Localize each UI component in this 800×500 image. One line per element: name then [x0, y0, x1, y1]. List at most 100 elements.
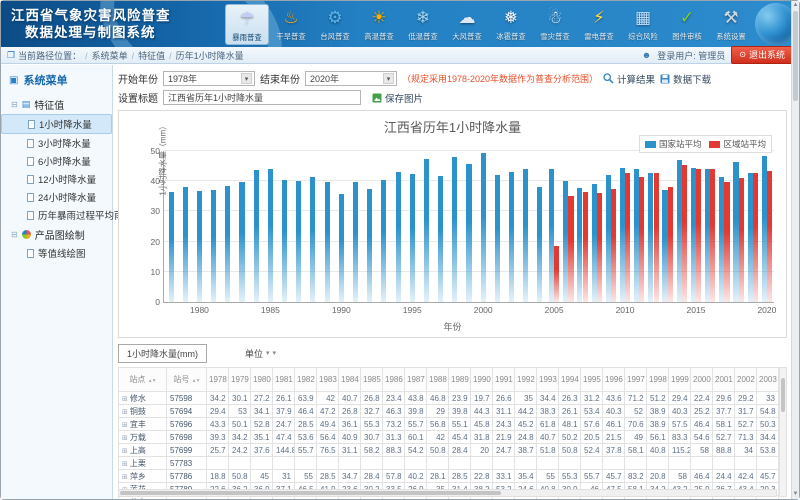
- row-expand-icon[interactable]: ⊞: [122, 409, 128, 416]
- start-year-select[interactable]: 1978年 ▾: [163, 71, 255, 86]
- col-header-year-1978[interactable]: 1978: [207, 368, 229, 392]
- sidebar-item-等值线绘图[interactable]: 等值线绘图: [1, 244, 112, 262]
- sidebar-item-12小时降水量[interactable]: 12小时降水量: [1, 170, 112, 188]
- col-header-year-1988[interactable]: 1988: [427, 368, 449, 392]
- row-expand-icon[interactable]: ⊞: [122, 448, 128, 455]
- toolbar-item-6[interactable]: ☁大风普查: [445, 4, 489, 45]
- page-vertical-scrollbar[interactable]: ▲ ▼: [791, 1, 799, 499]
- col-header-year-1990[interactable]: 1990: [471, 368, 493, 392]
- row-expand-icon[interactable]: ⊞: [122, 396, 128, 403]
- toolbar-item-7[interactable]: ❅冰雹普查: [489, 4, 533, 45]
- toolbar-item-3[interactable]: ⚙台风普查: [313, 4, 357, 45]
- sidebar-item-6小时降水量[interactable]: 6小时降水量: [1, 152, 112, 170]
- row-expand-icon[interactable]: ⊞: [122, 474, 128, 481]
- sidebar-group-1[interactable]: ⊟▤特征值: [1, 94, 112, 114]
- col-header-year-1994[interactable]: 1994: [559, 368, 581, 392]
- row-expand-icon[interactable]: ⊞: [122, 422, 128, 429]
- table-tab[interactable]: 1小时降水量(mm): [118, 344, 207, 363]
- col-header-year-1982[interactable]: 1982: [295, 368, 317, 392]
- col-header-year-1992[interactable]: 1992: [515, 368, 537, 392]
- value-cell-万载-1996: 21.5: [603, 431, 625, 444]
- col-header-year-2001[interactable]: 2001: [713, 368, 735, 392]
- breadcrumb-item-3[interactable]: 历年1小时降水量: [176, 51, 244, 61]
- chart-title-input[interactable]: [163, 90, 361, 105]
- col-header-year-2003[interactable]: 2003: [757, 368, 779, 392]
- x-tick-label: 2015: [687, 305, 706, 315]
- row-expand-icon[interactable]: ⊞: [122, 461, 128, 468]
- col-header-year-1987[interactable]: 1987: [405, 368, 427, 392]
- value-cell-修水-2000: 22.4: [691, 392, 713, 405]
- col-header-year-1979[interactable]: 1979: [229, 368, 251, 392]
- col-header-year-1999[interactable]: 1999: [669, 368, 691, 392]
- col-header-year-1985[interactable]: 1985: [361, 368, 383, 392]
- col-header-year-1991[interactable]: 1991: [493, 368, 515, 392]
- toolbar-item-2[interactable]: ♨干旱普查: [269, 4, 313, 45]
- col-header-year-1983[interactable]: 1983: [317, 368, 339, 392]
- col-header-year-2000[interactable]: 2000: [691, 368, 713, 392]
- toolbar-item-4[interactable]: ☀高温普查: [357, 4, 401, 45]
- app-title-line1: 江西省气象灾害风险普查: [11, 8, 171, 23]
- sidebar-item-3小时降水量[interactable]: 3小时降水量: [1, 134, 112, 152]
- col-header-year-1981[interactable]: 1981: [273, 368, 295, 392]
- col-header-station[interactable]: 站点 ▲▼: [119, 368, 167, 392]
- sidebar-item-24小时降水量[interactable]: 24小时降水量: [1, 188, 112, 206]
- value-cell-上栗-1989: [449, 457, 471, 470]
- end-year-select[interactable]: 2020年 ▾: [305, 71, 397, 86]
- bar-regional-2014: [682, 165, 687, 302]
- col-header-year-1980[interactable]: 1980: [251, 368, 273, 392]
- sidebar-group-2[interactable]: ⊟产品图绘制: [1, 224, 112, 244]
- expand-icon[interactable]: ⊟: [11, 100, 18, 109]
- expand-icon[interactable]: ⊟: [11, 230, 18, 239]
- bar-national-1983: [239, 182, 244, 302]
- col-header-year-1996[interactable]: 1996: [603, 368, 625, 392]
- sort-icon[interactable]: ▲▼: [192, 378, 200, 384]
- save-image-button[interactable]: 保存图片: [372, 91, 423, 105]
- scroll-up-icon[interactable]: ▲: [792, 1, 799, 10]
- value-cell-万载-1978: 39.3: [207, 431, 229, 444]
- download-button[interactable]: 数据下载: [660, 72, 711, 86]
- value-cell-上栗-1982: [295, 457, 317, 470]
- row-expand-icon[interactable]: ⊞: [122, 435, 128, 442]
- toolbar-item-1[interactable]: ☂暴雨普查: [225, 4, 269, 45]
- toolbar-item-11[interactable]: ✓图件审核: [665, 4, 709, 45]
- value-cell-上高-2003: 53.8: [757, 444, 779, 457]
- value-cell-铜鼓-1982: 46.4: [295, 405, 317, 418]
- toolbar-item-8[interactable]: ☃雪灾普查: [533, 4, 577, 45]
- legend-label: 区域站平均: [723, 138, 766, 150]
- bar-regional-2012: [654, 173, 659, 302]
- table-horizontal-scrollbar[interactable]: [118, 489, 777, 497]
- bar-national-2000: [481, 153, 486, 302]
- bar-national-1979: [183, 187, 188, 302]
- col-header-year-1984[interactable]: 1984: [339, 368, 361, 392]
- unit-dropdown[interactable]: 单位 ▾ ▾: [245, 347, 276, 360]
- toolbar-item-12[interactable]: ⚒系统设置: [709, 4, 753, 45]
- col-header-year-1993[interactable]: 1993: [537, 368, 559, 392]
- sort-icon[interactable]: ▲▼: [148, 378, 156, 384]
- breadcrumb-item-2[interactable]: 特征值: [138, 51, 165, 61]
- scroll-down-icon[interactable]: ▼: [792, 490, 799, 499]
- toolbar-item-9[interactable]: ⚡雷电普查: [577, 4, 621, 45]
- value-cell-萍乡-1991: 33.1: [493, 470, 515, 483]
- scrollbar-thumb[interactable]: [793, 11, 798, 101]
- col-header-year-1986[interactable]: 1986: [383, 368, 405, 392]
- logout-button[interactable]: ⊙ 退出系统: [731, 46, 793, 64]
- breadcrumb-item-1[interactable]: 系统菜单: [92, 51, 128, 61]
- sidebar-item-历年暴雨过程平均雨量[interactable]: 历年暴雨过程平均雨量: [1, 206, 112, 224]
- toolbar-item-5[interactable]: ❄低温普查: [401, 4, 445, 45]
- col-header-year-1997[interactable]: 1997: [625, 368, 647, 392]
- toolbar-item-10[interactable]: ▦综合风险: [621, 4, 665, 45]
- col-header-year-2002[interactable]: 2002: [735, 368, 757, 392]
- col-header-station-id[interactable]: 站号 ▲▼: [167, 368, 207, 392]
- bar-regional-2006: [568, 196, 573, 302]
- value-cell-铜鼓-1997: 52: [625, 405, 647, 418]
- sidebar-item-1小时降水量[interactable]: 1小时降水量: [1, 114, 112, 134]
- calculate-button[interactable]: 计算结果: [603, 72, 655, 86]
- app-window: { "window": { "title_line1": "江西省气象灾害风险普…: [0, 0, 800, 500]
- table-vertical-scrollbar[interactable]: [779, 367, 787, 497]
- toolbar-item-label: 冰雹普查: [496, 31, 525, 41]
- col-header-year-1998[interactable]: 1998: [647, 368, 669, 392]
- col-header-year-1995[interactable]: 1995: [581, 368, 603, 392]
- save-disk-icon: [660, 74, 670, 84]
- col-header-year-1989[interactable]: 1989: [449, 368, 471, 392]
- chevron-down-icon: ▾: [241, 73, 252, 84]
